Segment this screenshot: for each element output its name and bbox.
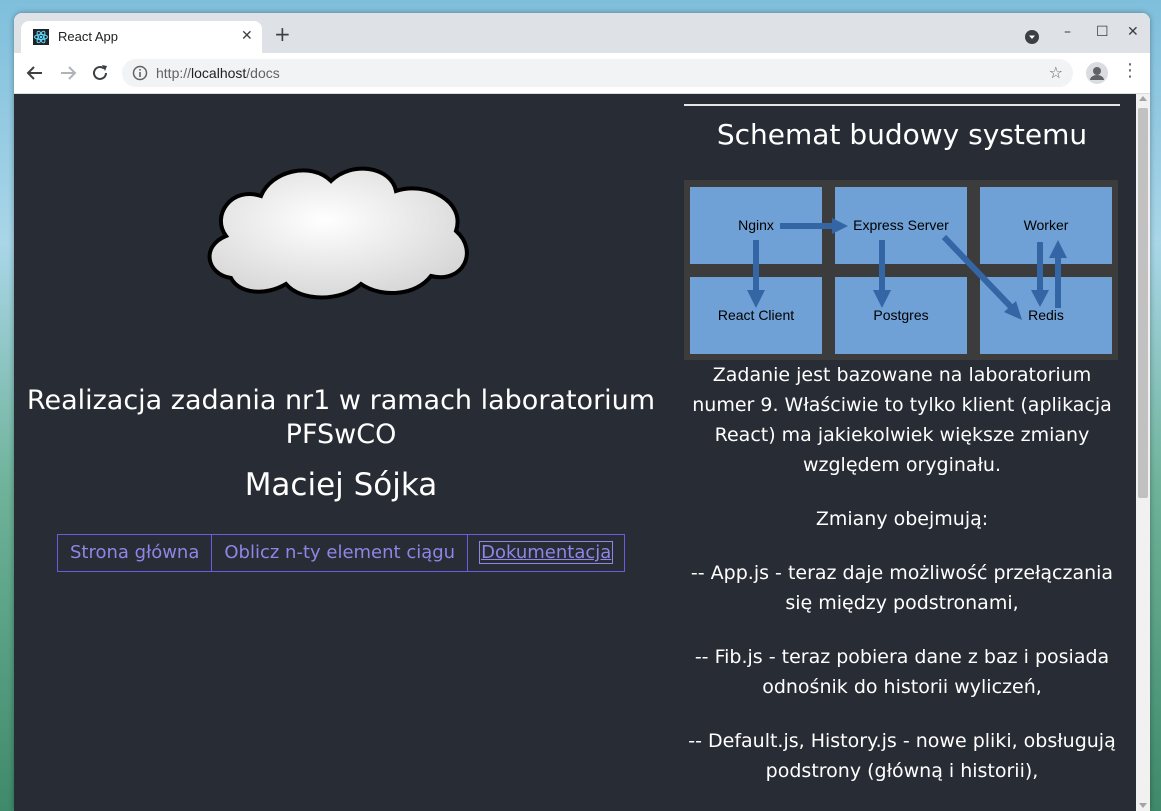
divider: [684, 104, 1120, 106]
browser-window: React App ✕ + – ☐ ✕ http://localhost/doc…: [14, 13, 1150, 811]
back-icon[interactable]: [24, 62, 46, 84]
maximize-icon[interactable]: ☐: [1096, 23, 1109, 41]
diagram-label: Postgres: [873, 307, 928, 323]
url-text: http://localhost/docs: [156, 65, 280, 81]
url-host: localhost: [191, 65, 247, 81]
nav-link-compute[interactable]: Oblicz n-ty element ciągu: [211, 534, 469, 572]
page-heading: Realizacja zadania nr1 w ramach laborato…: [26, 385, 656, 450]
minimize-icon[interactable]: –: [1064, 23, 1071, 41]
browser-tab[interactable]: React App ✕: [21, 21, 262, 53]
docs-paragraph: Zmiany obejmują:: [815, 508, 989, 530]
tab-title: React App: [58, 29, 118, 44]
window-close-icon[interactable]: ✕: [1127, 23, 1139, 41]
url-path: /docs: [246, 65, 280, 81]
scroll-down-icon[interactable]: [1139, 803, 1147, 808]
diagram-label: React Client: [718, 307, 794, 323]
diagram-label: Express Server: [853, 217, 949, 233]
diagram-label: Nginx: [738, 217, 774, 233]
docs-title: Schemat budowy systemu: [716, 118, 1088, 151]
forward-icon[interactable]: [57, 62, 79, 84]
docs-column: Schemat budowy systemu Nginx Express Ser…: [684, 94, 1120, 811]
nav-link-home[interactable]: Strona główna: [57, 534, 213, 572]
tab-close-icon[interactable]: ✕: [241, 27, 253, 45]
react-favicon-icon: [33, 29, 49, 45]
docs-text: Zadanie jest bazowane na laboratorium nu…: [684, 360, 1120, 810]
nav-link-docs[interactable]: Dokumentacja: [467, 534, 626, 572]
page-navigation: Strona główna Oblicz n-ty element ciągu …: [57, 534, 626, 572]
scrollbar-thumb[interactable]: [1138, 108, 1148, 498]
docs-paragraph: Zadanie jest bazowane na laboratorium nu…: [692, 364, 1112, 476]
nav-link-label: Oblicz n-ty element ciągu: [224, 542, 456, 563]
author-name: Maciej Sójka: [244, 467, 438, 503]
docs-paragraph: -- Default.js, History.js - nowe pliki, …: [688, 730, 1116, 782]
bookmark-star-icon[interactable]: ☆: [1049, 64, 1063, 82]
diagram-label: Worker: [1024, 217, 1069, 233]
reload-icon[interactable]: [89, 62, 111, 84]
page-viewport: Realizacja zadania nr1 w ramach laborato…: [14, 94, 1136, 811]
address-bar[interactable]: http://localhost/docs ☆: [122, 59, 1073, 87]
architecture-diagram: Nginx Express Server Worker React Client…: [684, 180, 1118, 360]
left-column: Realizacja zadania nr1 w ramach laborato…: [14, 94, 668, 811]
url-prefix: http://: [156, 65, 192, 81]
tab-bar: React App ✕ + – ☐ ✕: [14, 13, 1150, 53]
info-icon[interactable]: [132, 65, 148, 81]
docs-paragraph: -- Fib.js - teraz pobiera dane z baz i p…: [694, 646, 1110, 698]
browser-menu-icon[interactable]: ⋮: [1121, 61, 1139, 81]
cloud-logo-icon: [207, 166, 469, 300]
browser-toolbar: http://localhost/docs ☆ ⋮: [14, 53, 1150, 94]
nav-link-label: Dokumentacja: [479, 541, 614, 564]
profile-avatar-icon[interactable]: [1086, 62, 1108, 84]
docs-paragraph: -- App.js - teraz daje możliwość przełąc…: [690, 562, 1114, 614]
new-tab-icon[interactable]: +: [274, 24, 291, 44]
scroll-up-icon[interactable]: [1139, 96, 1147, 101]
tab-search-icon[interactable]: [1025, 30, 1039, 44]
page-scrollbar[interactable]: [1136, 94, 1150, 811]
nav-link-label: Strona główna: [70, 542, 200, 563]
diagram-label: Redis: [1028, 307, 1064, 323]
